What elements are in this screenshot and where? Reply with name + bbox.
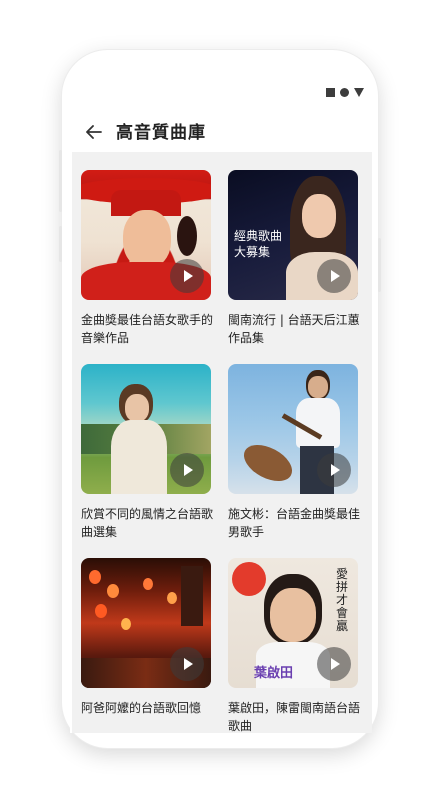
album-title: 閩南流行 | 台語天后江蕙作品集 [228, 313, 360, 345]
album-card[interactable]: 阿爸阿嬤的台語歌回憶 [81, 558, 211, 733]
album-card[interactable]: 經典歌曲大募集 閩南流行 | 台語天后江蕙作品集 [228, 170, 360, 364]
album-grid: 金曲獎最佳台語女歌手的音樂作品 經典歌曲大募集 閩南流行 | 台語天后江蕙作品集 [81, 170, 361, 733]
play-button[interactable] [170, 453, 204, 487]
phone-side-button [378, 238, 381, 292]
play-icon [184, 270, 193, 282]
status-bar [326, 88, 364, 97]
album-cover-name: 葉啟田 [254, 666, 294, 681]
back-button[interactable] [82, 120, 106, 144]
play-icon [184, 658, 193, 670]
arrow-left-icon [86, 125, 102, 139]
play-button[interactable] [317, 259, 351, 293]
album-grid-container[interactable]: 金曲獎最佳台語女歌手的音樂作品 經典歌曲大募集 閩南流行 | 台語天后江蕙作品集 [72, 152, 372, 733]
play-icon [331, 270, 340, 282]
phone-side-button [59, 226, 62, 262]
album-card[interactable]: 愛拼才會贏 葉啟田 葉啟田，陳雷閩南語台語歌曲 [228, 558, 361, 733]
album-cover[interactable] [81, 364, 211, 494]
play-icon [184, 464, 193, 476]
play-button[interactable] [317, 647, 351, 681]
album-cover[interactable]: 愛拼才會贏 葉啟田 [228, 558, 358, 688]
app-screen: 高音質曲庫 金曲獎最佳台語女歌手的音樂作品 經典歌曲大募集 閩南流行 | 台語天… [70, 78, 372, 733]
album-cover[interactable]: 經典歌曲大募集 [228, 170, 358, 300]
album-cover-text: 愛拼才會贏 [336, 567, 349, 633]
app-bar: 高音質曲庫 [70, 112, 372, 152]
play-icon [331, 658, 340, 670]
album-cover[interactable] [228, 364, 358, 494]
album-title: 阿爸阿嬤的台語歌回憶 [81, 701, 202, 715]
album-cover-text: 經典歌曲大募集 [234, 229, 283, 259]
album-cover[interactable] [81, 170, 211, 300]
album-title: 欣賞不同的風情之台語歌曲選集 [81, 507, 214, 539]
album-cover[interactable] [81, 558, 211, 688]
album-card[interactable]: 欣賞不同的風情之台語歌曲選集 [81, 364, 214, 558]
album-title: 葉啟田，陳雷閩南語台語歌曲 [228, 701, 361, 733]
page-title: 高音質曲庫 [116, 123, 206, 143]
album-card[interactable]: 施文彬：台語金曲獎最佳男歌手 [228, 364, 361, 558]
play-button[interactable] [317, 453, 351, 487]
album-title: 施文彬：台語金曲獎最佳男歌手 [228, 507, 361, 539]
album-card[interactable]: 金曲獎最佳台語女歌手的音樂作品 [81, 170, 214, 364]
play-button[interactable] [170, 647, 204, 681]
play-icon [331, 464, 340, 476]
phone-side-button [59, 150, 62, 212]
circle-icon [340, 88, 349, 97]
square-icon [326, 88, 335, 97]
play-button[interactable] [170, 259, 204, 293]
album-title: 金曲獎最佳台語女歌手的音樂作品 [81, 313, 214, 345]
triangle-icon [354, 88, 364, 97]
